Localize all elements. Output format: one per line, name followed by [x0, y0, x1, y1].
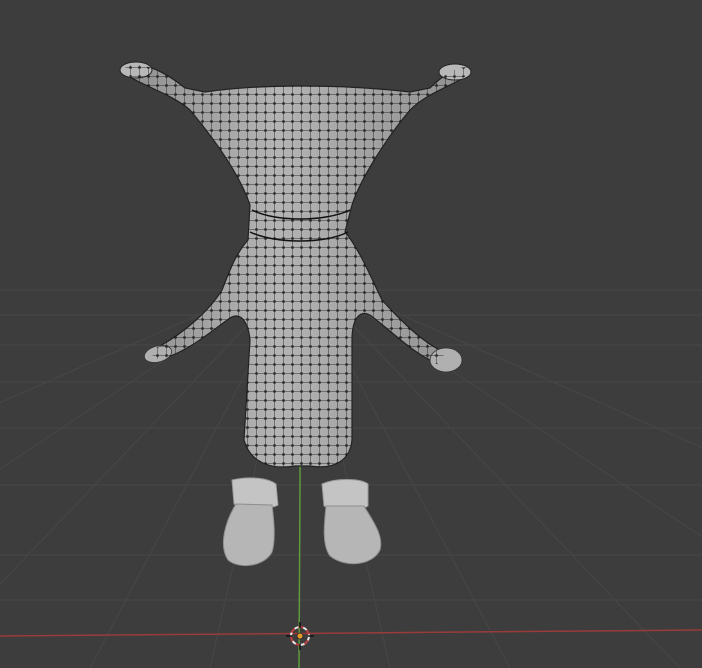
character-mesh[interactable]: [110, 55, 480, 475]
3d-viewport[interactable]: [0, 0, 702, 668]
object-origin: [296, 632, 304, 640]
feet: [223, 477, 382, 567]
viewport-canvas[interactable]: [0, 0, 702, 668]
x-axis-line: [0, 629, 702, 637]
